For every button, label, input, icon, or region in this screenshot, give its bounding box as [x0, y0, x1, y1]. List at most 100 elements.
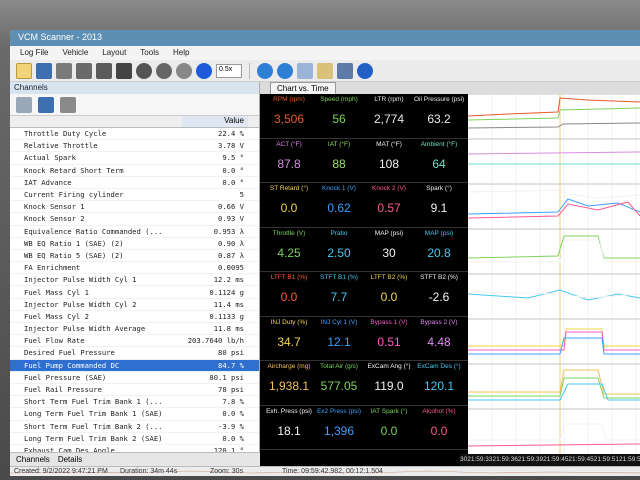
power-icon[interactable]: [176, 62, 192, 79]
channels-table-header: Value: [10, 116, 259, 128]
gauge[interactable]: Oil Pressure (psi) 63.2: [414, 96, 464, 126]
gauge[interactable]: Bypass 1 (V) 0.51: [364, 319, 414, 349]
gauge[interactable]: Pratio 2.50: [314, 230, 364, 260]
channel-row[interactable]: Injector Pulse Width Cyl 2 11.4 ms: [10, 299, 259, 311]
gauge[interactable]: IAT (°F) 88: [314, 141, 364, 171]
gauge-label: Aircharge (mg): [267, 363, 311, 370]
vehicle-scan-icon[interactable]: [96, 62, 112, 79]
gauge[interactable]: Aircharge (mg) 1,938.1: [264, 363, 314, 393]
channel-row[interactable]: Fuel Pump Commanded DC 84.7 %: [10, 359, 259, 372]
vehicle-info-icon[interactable]: [76, 62, 92, 79]
tab-channels[interactable]: Channels: [16, 455, 50, 464]
gauge-label: MAP (psi): [424, 229, 454, 237]
channel-value: 0.1124 g: [209, 287, 244, 297]
gauge[interactable]: STFT B1 (%) 7.7: [314, 274, 364, 304]
zoom-out-icon[interactable]: [277, 62, 293, 79]
gauge[interactable]: Ex2 Press (psi) 1,396: [314, 408, 364, 438]
zoom-in-icon[interactable]: [257, 62, 273, 79]
channel-row[interactable]: Fuel Flow Rate 203.7640 lb/h: [10, 335, 259, 348]
gauge[interactable]: Alcohol (%) 0.0: [414, 408, 464, 438]
gauge[interactable]: INJ Duty (%) 34.7: [264, 319, 314, 349]
gauge[interactable]: LTR (rpm) 2,774: [364, 96, 414, 126]
menu-log-file[interactable]: Log File: [20, 48, 48, 58]
save-icon[interactable]: [36, 62, 52, 79]
gauge-value: 0.0: [380, 423, 398, 438]
channel-row[interactable]: Relative Throttle 3.78 V: [10, 140, 259, 153]
info-icon[interactable]: [357, 62, 373, 79]
play-icon[interactable]: [196, 62, 212, 79]
stop-icon[interactable]: [116, 62, 132, 79]
gauge[interactable]: LTFT B1 (%) 0.0: [264, 274, 314, 304]
gauge-label: INJ Cyl 1 (V): [320, 318, 358, 326]
layout-icon[interactable]: [297, 62, 313, 79]
channel-row[interactable]: Current Firing cylinder 5: [10, 189, 259, 202]
gauge[interactable]: Spark (°) 9.1: [414, 185, 464, 215]
gauge[interactable]: Speed (mph) 56: [314, 96, 364, 126]
gauge[interactable]: Ambient (°F) 64: [414, 141, 464, 171]
channel-value: 22.4 %: [218, 129, 244, 139]
playback-speed-select[interactable]: 0.5x: [216, 63, 242, 78]
channel-row[interactable]: Fuel Mass Cyl 1 0.1124 g: [10, 286, 259, 299]
gauge[interactable]: Throttle (V) 4.25: [264, 230, 314, 260]
channel-row[interactable]: Short Term Fuel Trim Bank 1 (... 7.8 %: [10, 396, 259, 409]
channel-row[interactable]: Fuel Pressure (SAE) 80.1 psi: [10, 372, 259, 384]
channel-name: WB EQ Ratio 1 (SAE) (2): [24, 238, 124, 248]
gauge[interactable]: Knock 2 (V) 0.57: [364, 185, 414, 215]
gauge[interactable]: ST Retard (°) 0.0: [264, 185, 314, 215]
gauge[interactable]: IAT Spark (°) 0.0: [364, 408, 414, 438]
gauge[interactable]: LTFT B2 (%) 0.0: [364, 274, 414, 304]
menu-vehicle[interactable]: Vehicle: [62, 48, 88, 58]
channel-row[interactable]: WB EQ Ratio 1 (SAE) (2) 0.90 λ: [10, 238, 259, 250]
menu-help[interactable]: Help: [173, 48, 189, 58]
channel-row[interactable]: Desired Fuel Pressure 80 psi: [10, 347, 259, 360]
channel-row[interactable]: Knock Sensor 2 0.93 V: [10, 213, 259, 226]
channel-row[interactable]: Injector Pulse Width Cyl 1 12.2 ms: [10, 274, 259, 287]
gauge[interactable]: ExCam Des (°) 120.1: [414, 363, 464, 393]
gauge-value: 12.1: [327, 334, 351, 349]
open-file-icon[interactable]: [16, 62, 32, 79]
add-channel-icon[interactable]: [16, 96, 32, 113]
tab-chart-vs-time[interactable]: Chart vs. Time: [270, 82, 336, 94]
gauge[interactable]: Exh. Press (psi) 18.1: [264, 408, 314, 438]
filter-icon[interactable]: [317, 62, 333, 79]
channel-row[interactable]: Long Term Fuel Trim Bank 1 (SAE) 0.0 %: [10, 408, 259, 421]
menu-tools[interactable]: Tools: [140, 48, 159, 58]
gauge-value: 0.57: [377, 201, 401, 215]
channel-row[interactable]: Fuel Mass Cyl 2 0.1133 g: [10, 311, 259, 323]
channel-row[interactable]: Fuel Rail Pressure 78 psi: [10, 384, 259, 397]
channel-row[interactable]: Equivalence Ratio Commanded (... 0.953 λ: [10, 226, 259, 238]
gauge[interactable]: RPM (rpm) 3,506: [264, 96, 314, 126]
channel-row[interactable]: Injector Pulse Width Average 11.8 ms: [10, 323, 259, 336]
record-icon[interactable]: [136, 62, 152, 79]
gauge[interactable]: INJ Cyl 1 (V) 12.1: [314, 319, 364, 349]
save-channels-icon[interactable]: [38, 96, 54, 113]
header-name[interactable]: [10, 116, 182, 127]
channel-row[interactable]: Knock Sensor 1 0.66 V: [10, 201, 259, 214]
channel-row[interactable]: FA Enrichment 0.0095: [10, 262, 259, 275]
gauge[interactable]: Knock 1 (V) 0.62: [314, 185, 364, 215]
menu-layout[interactable]: Layout: [102, 48, 126, 58]
channel-row[interactable]: Knock Retard Short Term 0.0 °: [10, 165, 259, 177]
export-icon[interactable]: [337, 62, 353, 79]
settings-icon[interactable]: [60, 96, 76, 113]
gauge[interactable]: Bypass 2 (V) 4.48: [414, 319, 464, 349]
header-value[interactable]: Value: [182, 116, 248, 127]
chart-plot[interactable]: [468, 94, 640, 454]
pause-icon[interactable]: [156, 62, 172, 79]
channel-row[interactable]: IAT Advance 0.0 °: [10, 177, 259, 189]
channel-row[interactable]: Actual Spark 9.5 °: [10, 152, 259, 165]
gauge[interactable]: MAP (psi) 30: [364, 230, 414, 260]
gauge[interactable]: MAT (°F) 108: [364, 141, 414, 171]
gauge[interactable]: Total Air (g/s) 577.05: [314, 363, 364, 393]
gauge[interactable]: ExCam Ang (°) 119.0: [364, 363, 414, 393]
channel-row[interactable]: Short Term Fuel Trim Bank 2 (... -3.9 %: [10, 421, 259, 433]
chart-pane: Chart vs. Time 3021:59:3321:59:3621:59:3…: [260, 82, 640, 466]
vehicle-connect-icon[interactable]: [56, 62, 72, 79]
gauge[interactable]: MAP (psi) 20.8: [414, 230, 464, 260]
gauge[interactable]: STFT B2 (%) -2.6: [414, 274, 464, 304]
channel-row[interactable]: Throttle Duty Cycle 22.4 %: [10, 128, 259, 141]
gauge[interactable]: ACT (°F) 87.8: [264, 141, 314, 171]
tab-details[interactable]: Details: [58, 455, 82, 464]
channel-row[interactable]: Long Term Fuel Trim Bank 2 (SAE) 0.0 %: [10, 433, 259, 445]
channel-row[interactable]: WB EQ Ratio 5 (SAE) (2) 0.87 λ: [10, 250, 259, 263]
